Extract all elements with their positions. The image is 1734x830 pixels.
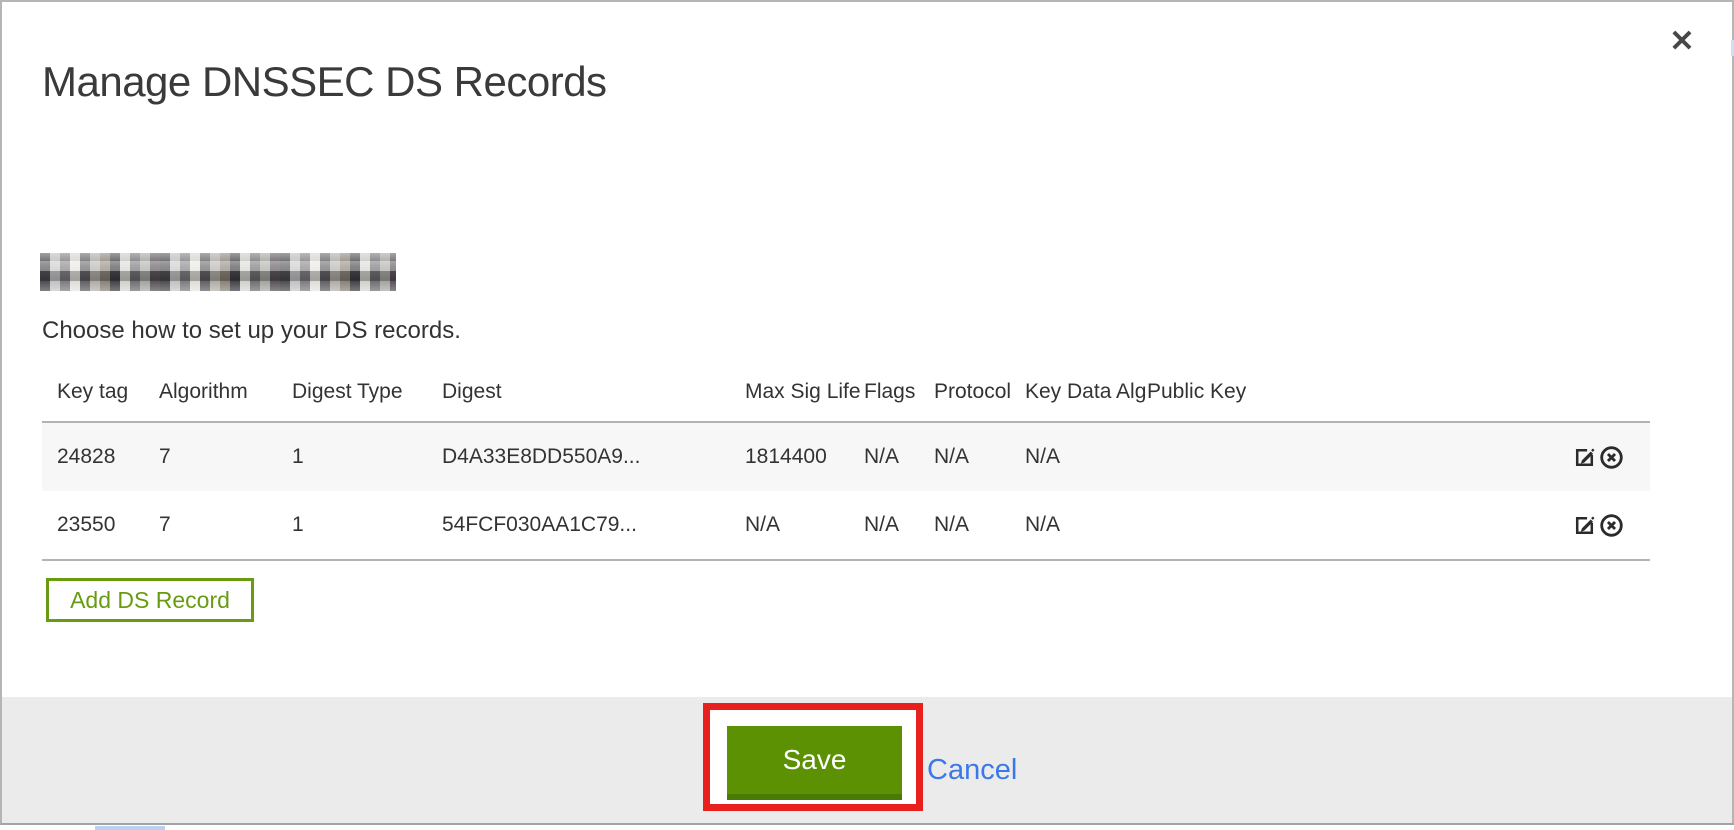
header-flags: Flags [864,370,934,422]
ds-records-table: Key tag Algorithm Digest Type Digest Max… [42,370,1650,561]
header-key-data-alg: Key Data Alg [1025,370,1147,422]
dialog-title: Manage DNSSEC DS Records [42,58,607,106]
manage-dnssec-dialog: Manage DNSSEC DS Records ✕ Choose how to… [0,0,1734,825]
edit-record-icon[interactable] [1572,513,1597,538]
cell-max-sig-life: 1814400 [745,422,864,491]
table-row: 24828 7 1 D4A33E8DD550A9... 1814400 N/A … [42,422,1650,491]
cell-max-sig-life: N/A [745,491,864,560]
cell-key-data-alg: N/A [1025,422,1147,491]
screenshot-page: Manage DNSSEC DS Records ✕ Choose how to… [0,0,1734,830]
row-actions [1477,491,1650,560]
cell-flags: N/A [864,491,934,560]
cell-algorithm: 7 [159,422,292,491]
header-actions [1477,370,1650,422]
header-digest: Digest [442,370,745,422]
cell-key-tag: 23550 [42,491,159,560]
cell-protocol: N/A [934,422,1025,491]
header-public-key: Public Key [1147,370,1477,422]
header-algorithm: Algorithm [159,370,292,422]
cell-digest: D4A33E8DD550A9... [442,422,745,491]
header-protocol: Protocol [934,370,1025,422]
close-icon[interactable]: ✕ [1664,24,1700,60]
row-actions [1477,422,1650,491]
background-artifact [95,826,165,830]
header-max-sig-life: Max Sig Life [745,370,864,422]
edit-record-icon[interactable] [1572,445,1597,470]
table-row: 23550 7 1 54FCF030AA1C79... N/A N/A N/A … [42,491,1650,560]
cell-public-key [1147,422,1477,491]
header-key-tag: Key tag [42,370,159,422]
add-ds-record-button[interactable]: Add DS Record [46,578,254,622]
domain-name-redacted [40,253,396,291]
cell-digest-type: 1 [292,491,442,560]
header-digest-type: Digest Type [292,370,442,422]
cell-digest: 54FCF030AA1C79... [442,491,745,560]
cell-key-data-alg: N/A [1025,491,1147,560]
delete-record-icon[interactable] [1599,445,1624,470]
cancel-link[interactable]: Cancel [927,754,1017,787]
cell-algorithm: 7 [159,491,292,560]
cell-key-tag: 24828 [42,422,159,491]
instruction-text: Choose how to set up your DS records. [42,317,461,345]
cell-public-key [1147,491,1477,560]
delete-record-icon[interactable] [1599,513,1624,538]
cell-flags: N/A [864,422,934,491]
cell-protocol: N/A [934,491,1025,560]
save-button[interactable]: Save [727,726,902,800]
table-header-row: Key tag Algorithm Digest Type Digest Max… [42,370,1650,422]
cell-digest-type: 1 [292,422,442,491]
